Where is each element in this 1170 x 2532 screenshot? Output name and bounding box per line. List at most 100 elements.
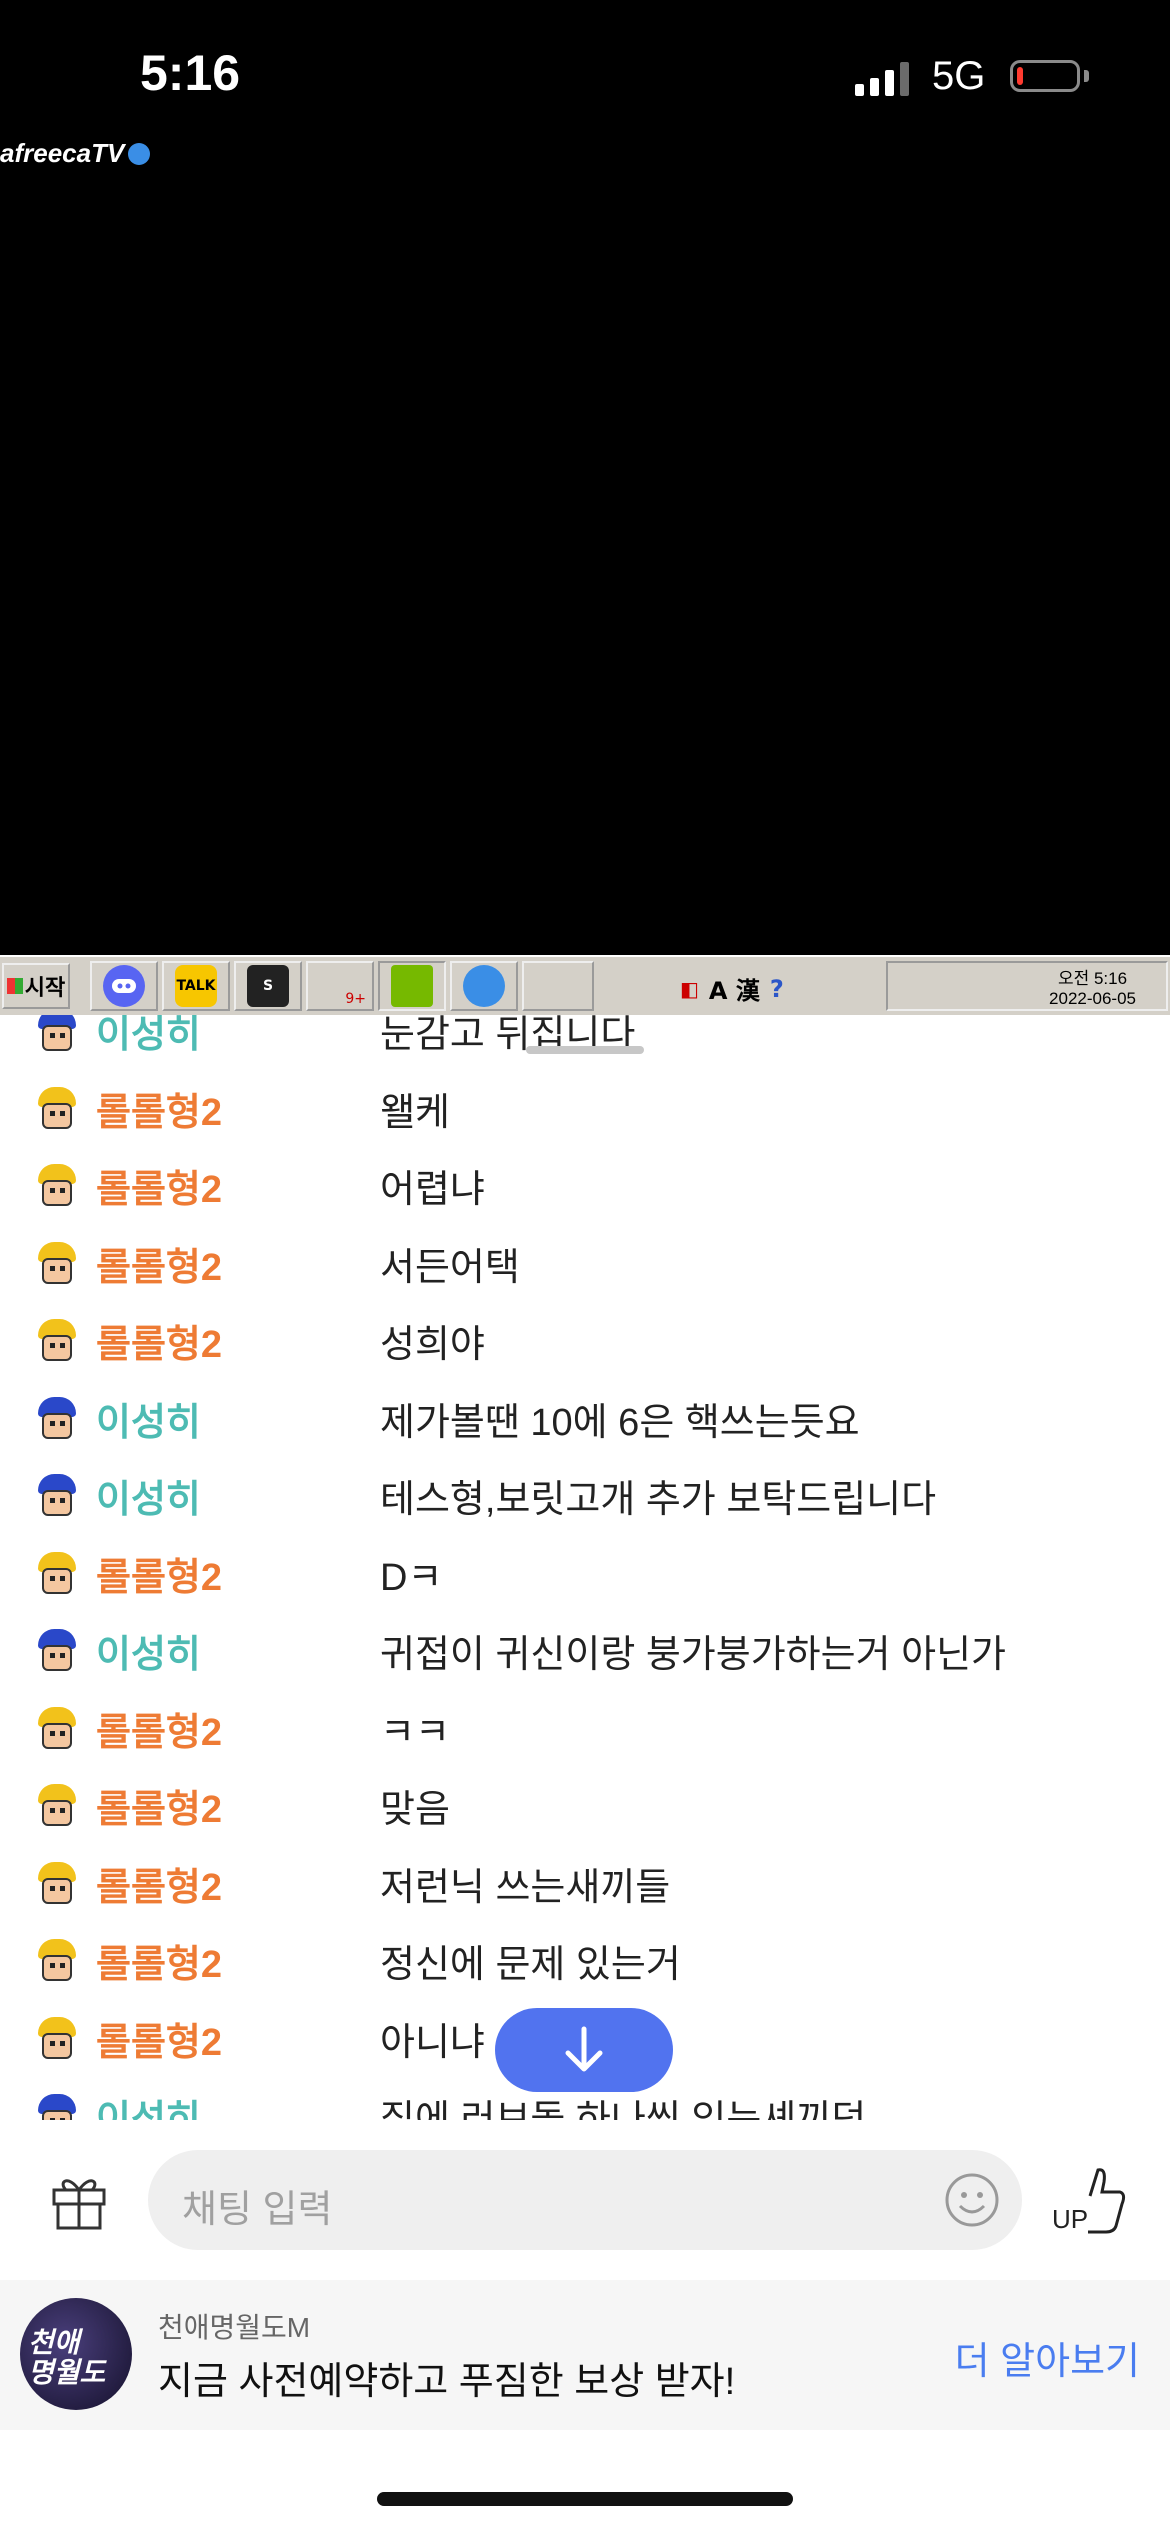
app-s-icon: S xyxy=(247,965,289,1007)
hardhat-avatar-icon[interactable] xyxy=(34,1086,80,1133)
scroll-down-button[interactable] xyxy=(495,2008,673,2092)
chat-message-row: 롤롤형2 저런닉 쓰는새끼들 xyxy=(0,1844,1170,1921)
chat-username[interactable]: 이성히 xyxy=(96,1468,201,1523)
ad-logo-text: 천애 명월도 xyxy=(28,2326,106,2389)
hardhat-avatar-icon[interactable] xyxy=(34,1164,80,1210)
pdf-icon: ◧ xyxy=(680,976,699,1001)
chat-message-text: Dㅋ xyxy=(380,1556,443,1599)
kakaotalk-icon: TALK xyxy=(175,965,217,1007)
stream-taskbar: 시작 TALK S 9+ ◧ A 漢 ? 오전 5:16 2022-06-05 xyxy=(0,955,1170,1015)
windows-flag-icon xyxy=(6,978,23,994)
tray-icons: ◧ A 漢 ? xyxy=(680,971,784,1006)
emoji-icon[interactable] xyxy=(944,2172,1000,2232)
chat-message-row: 이성히 귀접이 귀신이랑 붕가붕가하는거 아닌가 xyxy=(0,1611,1170,1688)
chat-username[interactable]: 롤롤형2 xyxy=(96,1081,222,1136)
chat-input[interactable]: 채팅 입력 xyxy=(148,2150,1022,2250)
hardhat-avatar-icon[interactable] xyxy=(34,1784,80,1830)
logo-text: afreecaTV xyxy=(0,138,125,168)
chat-username[interactable]: 이성히 xyxy=(96,1391,201,1446)
chat-message-text: 맞음 xyxy=(380,1789,450,1831)
signal-icon xyxy=(855,60,909,96)
tv-icon xyxy=(128,142,151,165)
ad-cta-link[interactable]: 더 알아보기 xyxy=(955,2330,1140,2385)
cap-avatar-icon[interactable] xyxy=(34,2094,80,2120)
hardhat-avatar-icon[interactable] xyxy=(34,1706,80,1753)
gift-icon[interactable] xyxy=(48,2170,110,2236)
discord-taskbar-item xyxy=(90,961,158,1011)
chat-message-row: 이성히 눈감고 뒤집니다 xyxy=(0,1015,1170,1068)
cap-avatar-icon[interactable] xyxy=(34,1474,80,1520)
battery-icon xyxy=(1010,60,1080,92)
hardhat-avatar-icon[interactable] xyxy=(34,2016,80,2063)
chat-username[interactable]: 이성히 xyxy=(96,1623,201,1678)
badge-count: 9+ xyxy=(345,991,366,1007)
discord-icon xyxy=(103,965,145,1007)
chat-message-row: 롤롤형2 성희야 xyxy=(0,1301,1170,1378)
chat-message-text: ㅋㅋ xyxy=(380,1711,450,1754)
chat-input-bar: 채팅 입력 UP xyxy=(0,2120,1170,2280)
battery-tip xyxy=(1084,70,1089,82)
status-time: 5:16 xyxy=(140,45,241,101)
up-label: UP xyxy=(1052,2204,1088,2234)
home-indicator[interactable] xyxy=(377,2492,793,2506)
video-player[interactable]: 5:16 5G afreecaTV xyxy=(0,0,1170,955)
start-label: 시작 xyxy=(24,975,66,1000)
chat-message-row: 이성히 제가볼땐 10에 6은 핵쓰는듯요 xyxy=(0,1379,1170,1456)
help-icon: ? xyxy=(769,974,784,1003)
arrow-down-icon xyxy=(565,2026,603,2072)
talk-label: TALK xyxy=(176,978,216,994)
network-label: 5G xyxy=(932,54,986,98)
kakaotalk-taskbar-item: TALK xyxy=(162,961,230,1011)
tray-clock: 오전 5:16 2022-06-05 xyxy=(1049,969,1136,1009)
chat-message-row: 롤롤형2 ㅋㅋ xyxy=(0,1689,1170,1766)
app-taskbar-item: S xyxy=(234,961,302,1011)
ad-banner[interactable]: 천애 명월도 천애명월도M 지금 사전예약하고 푸짐한 보상 받자! 더 알아보… xyxy=(0,2280,1170,2430)
cap-avatar-icon[interactable] xyxy=(34,1629,80,1675)
chat-username[interactable]: 롤롤형2 xyxy=(96,1546,222,1601)
chat-message-text: 왤케 xyxy=(380,1091,450,1134)
chat-message-row: 롤롤형2 왤케 xyxy=(0,1069,1170,1146)
drag-handle[interactable] xyxy=(526,1046,644,1054)
hardhat-avatar-icon[interactable] xyxy=(34,1939,80,1985)
chat-username[interactable]: 이성히 xyxy=(96,1015,201,1058)
chat-username[interactable]: 롤롤형2 xyxy=(96,1236,222,1291)
chat-message-text: 아니냐 xyxy=(380,2021,485,2064)
chat-message-text: 제가볼땐 10에 6은 핵쓰는듯요 xyxy=(380,1401,860,1444)
chat-username[interactable]: 롤롤형2 xyxy=(96,1313,222,1368)
chat-list[interactable]: 이성히 눈감고 뒤집니다 롤롤형2 왤케 롤롤형2 어렵냐 롤롤형2 서든어택 롤롤형2 성희야 이… xyxy=(0,1015,1170,2120)
cap-avatar-icon[interactable] xyxy=(34,1396,80,1443)
nvidia-icon xyxy=(391,965,433,1007)
chat-username[interactable]: 롤롤형2 xyxy=(96,1778,222,1833)
up-button[interactable]: UP xyxy=(1050,2160,1130,2244)
chat-message-text: 서든어택 xyxy=(380,1246,520,1289)
ad-text: 지금 사전예약하고 푸짐한 보상 받자! xyxy=(158,2361,736,2403)
chat-username[interactable]: 롤롤형2 xyxy=(96,2011,222,2066)
hardhat-avatar-icon[interactable] xyxy=(34,1241,80,1288)
chat-message-text: 저런닉 쓰는새끼들 xyxy=(380,1866,671,1909)
ime-symbols: A 漢 xyxy=(708,977,760,1005)
chat-username[interactable]: 롤롤형2 xyxy=(96,1158,222,1213)
afreeca-logo: afreecaTV xyxy=(0,138,151,169)
chat-message-text: 어렵냐 xyxy=(380,1169,485,1211)
chat-username[interactable]: 이성히 xyxy=(96,2088,201,2120)
chat-message-text: 성희야 xyxy=(380,1324,485,1366)
chat-username[interactable]: 롤롤형2 xyxy=(96,1933,222,1988)
system-tray: 오전 5:16 2022-06-05 xyxy=(886,961,1168,1011)
tray-time: 오전 5:16 xyxy=(1057,969,1128,988)
hardhat-avatar-icon[interactable] xyxy=(34,1551,80,1598)
chat-message-row: 롤롤형2 서든어택 xyxy=(0,1224,1170,1301)
tv-app-icon xyxy=(463,965,505,1007)
chat-input-placeholder: 채팅 입력 xyxy=(182,2189,333,2231)
chat-message-text: 집에 러브돌 하나씩 있는셰끼덕 xyxy=(380,2099,867,2120)
empty-taskbar-item xyxy=(522,961,594,1011)
hardhat-avatar-icon[interactable] xyxy=(34,1319,80,1365)
hardhat-avatar-icon[interactable] xyxy=(34,1861,80,1908)
chat-message-text: 귀접이 귀신이랑 붕가붕가하는거 아닌가 xyxy=(380,1634,1006,1676)
cap-avatar-icon[interactable] xyxy=(34,1015,80,1055)
chat-username[interactable]: 롤롤형2 xyxy=(96,1701,222,1756)
tray-date: 2022-06-05 xyxy=(1049,989,1136,1008)
chat-message-row: 롤롤형2 정신에 문제 있는거 xyxy=(0,1921,1170,1998)
start-button: 시작 xyxy=(2,963,70,1009)
ad-game-logo: 천애 명월도 xyxy=(20,2298,132,2410)
chat-username[interactable]: 롤롤형2 xyxy=(96,1856,222,1911)
